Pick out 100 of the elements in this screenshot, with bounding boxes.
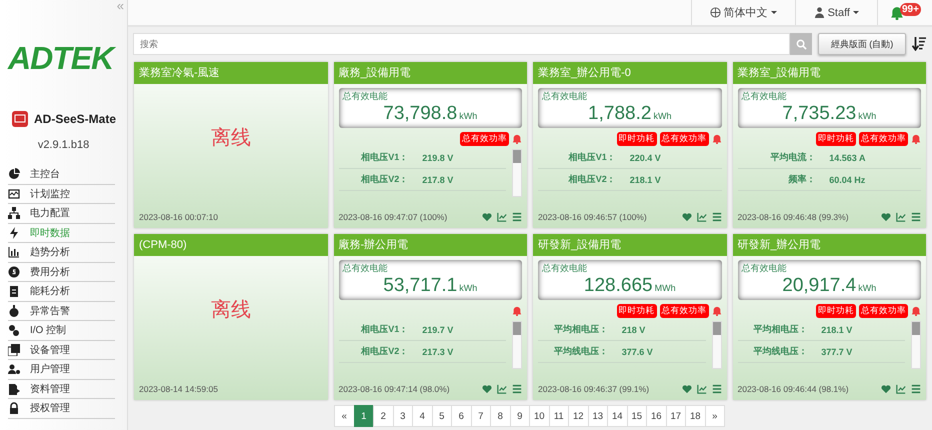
energy-label: 总有效电能 <box>742 90 788 103</box>
timestamp: 2023-08-16 09:46:44 (98.1%) <box>738 384 850 394</box>
nav-item[interactable]: 授权管理 <box>8 399 115 418</box>
bell-icon[interactable] <box>712 306 722 316</box>
chart-icon[interactable] <box>896 384 906 394</box>
page-button[interactable]: 11 <box>548 405 569 427</box>
nav-item[interactable]: 用户管理 <box>8 360 115 380</box>
page-button[interactable]: 15 <box>626 405 647 427</box>
nav-item[interactable]: 设备管理 <box>8 340 115 360</box>
heart-icon[interactable] <box>682 212 692 222</box>
reading-value: 220.4 V <box>630 152 661 162</box>
nav-item[interactable]: 主控台 <box>8 165 115 184</box>
nav-item[interactable]: 即时数据 <box>8 224 115 243</box>
next-page-button[interactable]: » <box>704 405 725 427</box>
reading-label: 相电压V1： <box>360 323 410 336</box>
chart-icon[interactable] <box>696 384 706 394</box>
chart-icon[interactable] <box>497 212 507 222</box>
bell-icon[interactable] <box>512 134 522 144</box>
previous-page-button[interactable]: « <box>334 405 354 427</box>
heart-icon[interactable] <box>682 384 692 394</box>
menu-icon[interactable] <box>911 384 921 394</box>
timestamp: 2023-08-16 09:46:57 (100%) <box>538 212 648 222</box>
card-title: 廠務_設備用電 <box>334 62 527 84</box>
nav-item[interactable]: 趋势分析 <box>8 243 115 262</box>
page-button[interactable]: 5 <box>432 405 452 427</box>
page-button[interactable]: 13 <box>588 405 608 427</box>
bell-icon[interactable] <box>512 306 522 316</box>
heart-icon[interactable] <box>881 212 891 222</box>
page-button[interactable]: 2 <box>373 405 394 427</box>
search-button[interactable] <box>790 33 812 55</box>
hierarchy-icon <box>8 207 20 220</box>
scrollbar[interactable] <box>911 321 921 369</box>
user-gear-icon <box>8 363 20 376</box>
reading-value: 217.8 V <box>422 174 454 184</box>
page-button[interactable]: 16 <box>646 405 666 427</box>
chart-icon[interactable] <box>497 384 507 394</box>
reading-label: 平均相电压： <box>552 323 609 336</box>
energy-value: 20,917.4 <box>782 275 856 296</box>
page-button[interactable]: 1 <box>354 405 374 427</box>
timestamp: 2023-08-16 09:47:14 (98.0%) <box>338 384 451 394</box>
logo: ADTEK <box>8 40 127 77</box>
user-dropdown[interactable]: Staff <box>794 0 877 25</box>
heart-icon[interactable] <box>482 212 492 222</box>
bell-icon[interactable] <box>712 134 722 144</box>
reading-label: 相电压V1： <box>567 151 617 164</box>
nav-item[interactable]: 电力配置 <box>8 204 115 224</box>
layout-button[interactable]: 經典版面 (自動) <box>818 33 906 55</box>
scrollbar[interactable] <box>512 321 522 369</box>
energy-value: 128.665 <box>584 275 653 296</box>
nav-item[interactable]: 异常告警 <box>8 302 115 321</box>
bell-icon <box>890 6 904 20</box>
page-button[interactable]: 10 <box>529 405 550 427</box>
clipboard-icon <box>8 285 20 298</box>
menu-icon[interactable] <box>712 212 722 222</box>
app-name: AD-SeeS-Mate <box>34 112 116 126</box>
reading-value: 219.7 V <box>422 324 454 334</box>
page-button[interactable]: 3 <box>392 405 413 427</box>
scrollbar[interactable] <box>512 149 522 197</box>
bell-icon[interactable] <box>911 306 921 316</box>
nav-item[interactable]: 能耗分析 <box>8 282 115 302</box>
search-field[interactable]: 搜索 <box>133 33 790 55</box>
page-button[interactable]: 9 <box>510 405 530 427</box>
page-button[interactable]: 6 <box>451 405 472 427</box>
menu-icon[interactable] <box>911 212 921 222</box>
alarm-tag: 总有效功率 <box>660 132 708 146</box>
notifications-button[interactable]: 99+ <box>877 0 932 25</box>
pie-chart-icon <box>8 168 20 180</box>
card-title: 研發新_設備用電 <box>533 234 726 256</box>
heart-icon[interactable] <box>881 384 891 394</box>
timestamp: 2023-08-16 09:46:37 (99.1%) <box>538 384 650 394</box>
energy-unit: kWh <box>459 283 478 293</box>
menu-icon[interactable] <box>512 384 522 394</box>
menu-icon[interactable] <box>512 212 522 222</box>
bell-icon[interactable] <box>911 134 921 144</box>
page-button[interactable]: 14 <box>607 405 628 427</box>
timestamp: 2023-08-16 09:47:07 (100%) <box>338 212 448 222</box>
page-button[interactable]: 8 <box>490 405 510 427</box>
nav-item[interactable]: 资料管理 <box>8 380 115 399</box>
language-dropdown[interactable]: 简体中文 <box>690 0 795 25</box>
timestamp: 2023-08-16 00:07:10 <box>139 212 219 222</box>
page-button[interactable]: 18 <box>685 405 706 427</box>
reading-label: 平均电流： <box>769 151 816 164</box>
nav-item[interactable]: 费用分析 <box>8 262 115 282</box>
page-button[interactable]: 17 <box>666 405 686 427</box>
page-button[interactable]: 7 <box>470 405 491 427</box>
reading-value: 60.04 Hz <box>829 174 866 184</box>
nav-item[interactable]: I/O 控制 <box>8 321 115 340</box>
heart-icon[interactable] <box>482 384 492 394</box>
alarm-tag: 即时功耗 <box>816 304 856 318</box>
reading-label: 相电压V2： <box>360 345 410 358</box>
reading-value: 218 V <box>622 324 646 334</box>
reading-value: 219.8 V <box>422 152 454 162</box>
scrollbar[interactable] <box>712 321 722 369</box>
sort-icon[interactable] <box>912 37 926 51</box>
nav-item[interactable]: 计划监控 <box>8 184 115 204</box>
chart-icon[interactable] <box>696 212 706 222</box>
menu-icon[interactable] <box>712 384 722 394</box>
chart-icon[interactable] <box>896 212 906 222</box>
page-button[interactable]: 4 <box>412 405 432 427</box>
page-button[interactable]: 12 <box>568 405 588 427</box>
